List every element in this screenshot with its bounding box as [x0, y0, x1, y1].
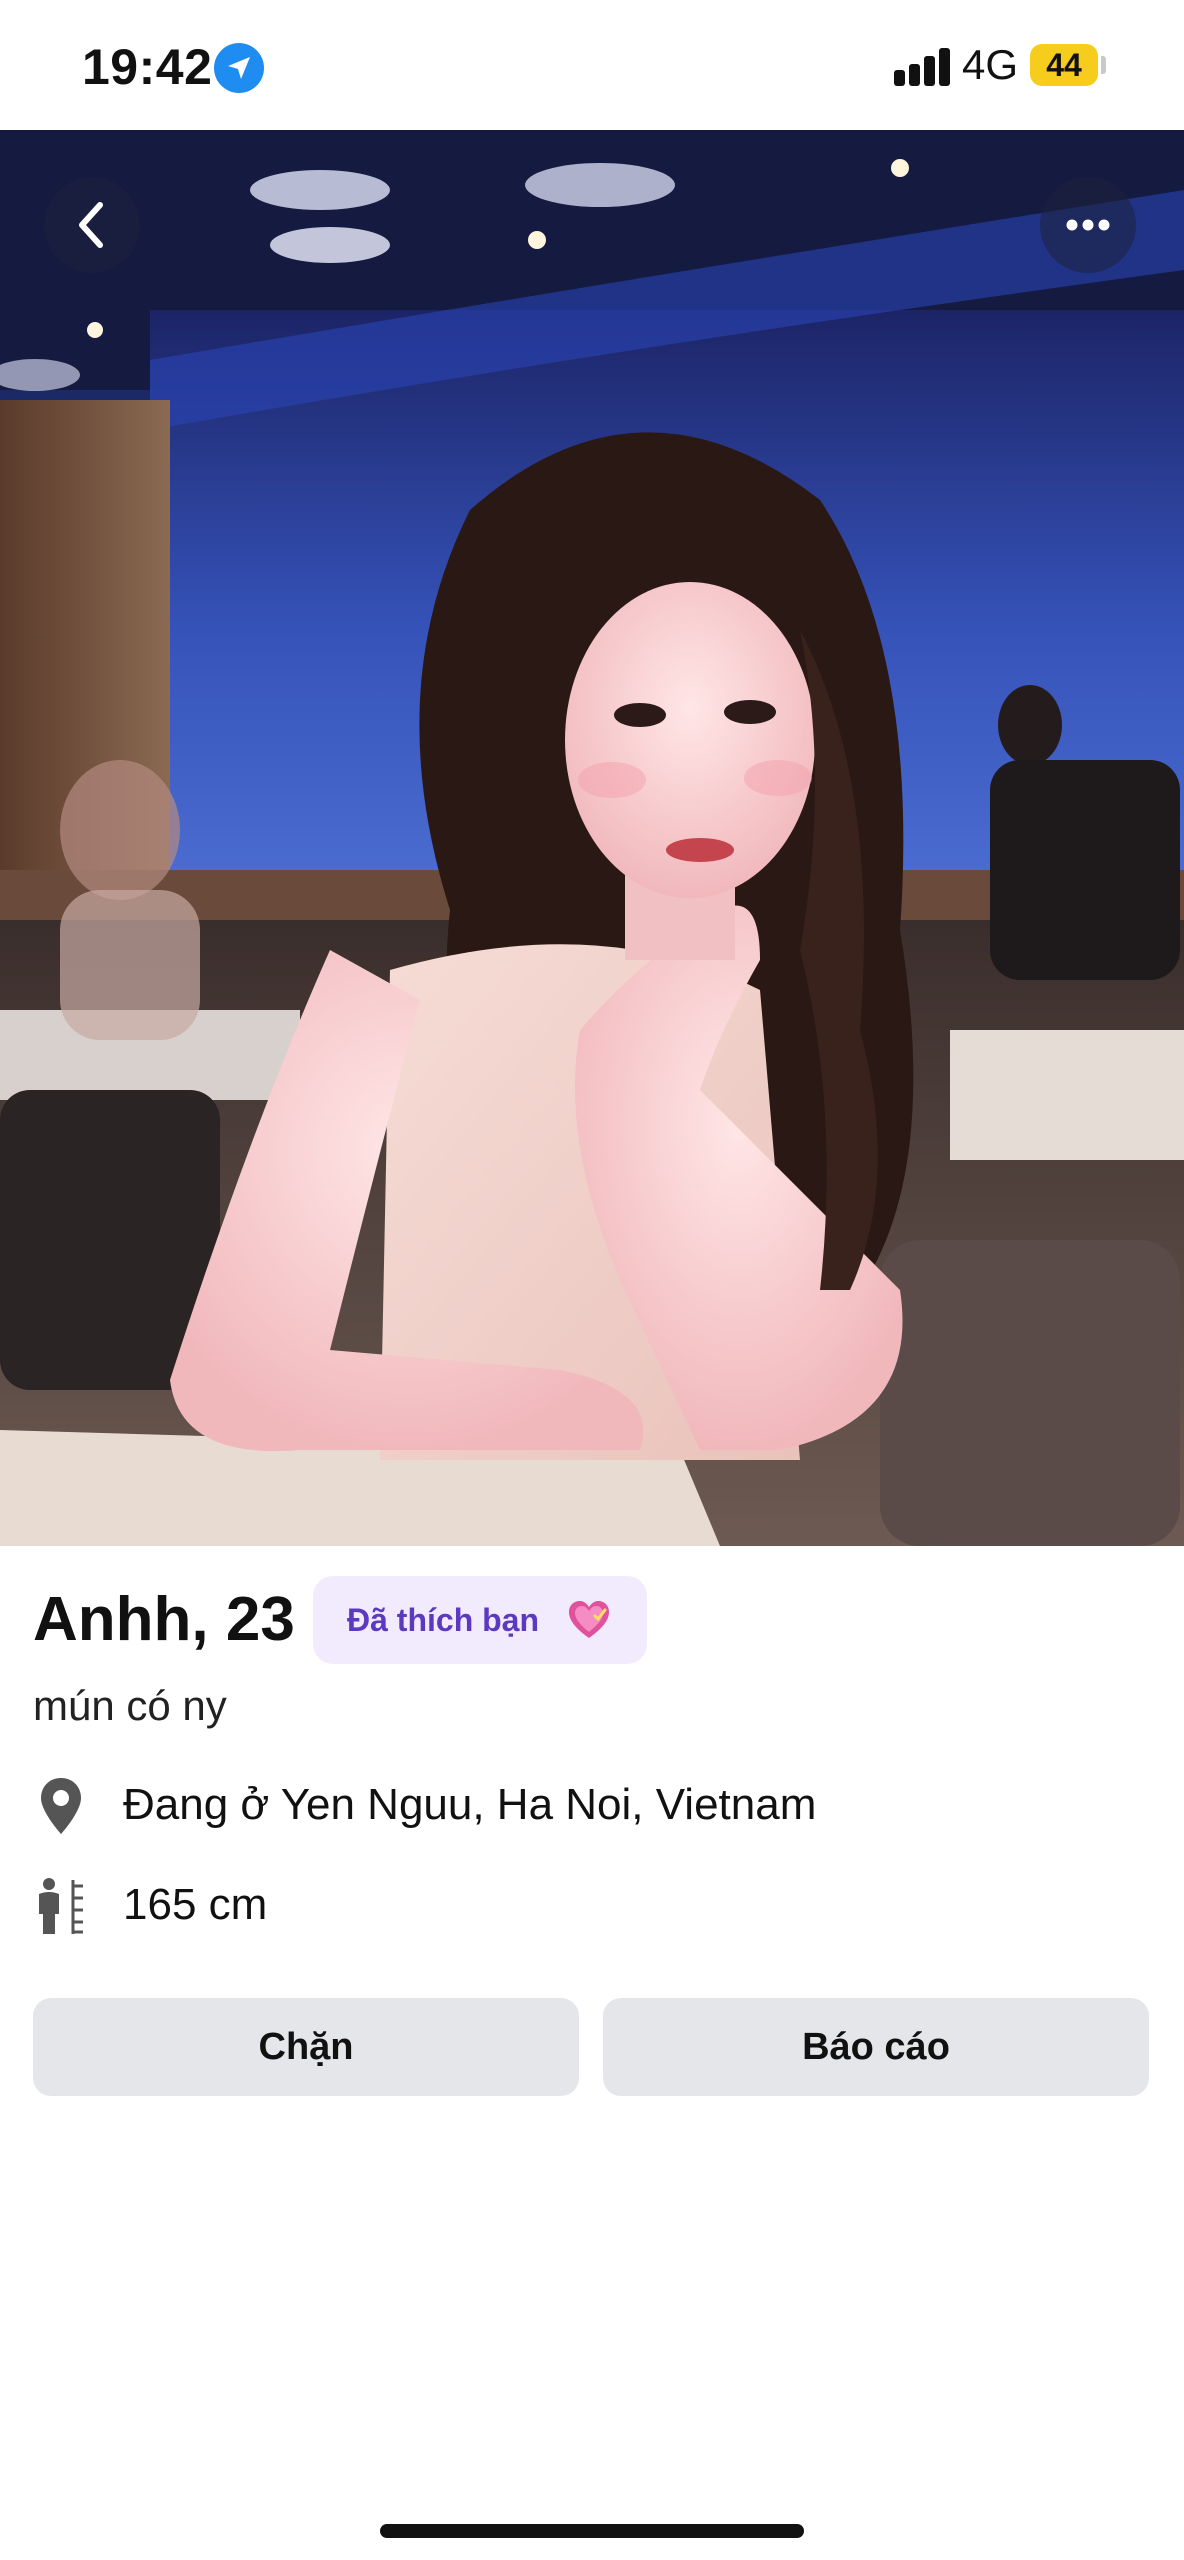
liked-you-badge: Đã thích bạn — [313, 1576, 647, 1664]
location-text: Đang ở Yen Nguu, Ha Noi, Vietnam — [123, 1780, 817, 1829]
report-button[interactable]: Báo cáo — [603, 1998, 1149, 2096]
back-button[interactable] — [44, 177, 140, 273]
block-button[interactable]: Chặn — [33, 1998, 579, 2096]
profile-photo[interactable] — [0, 130, 1184, 1546]
height-icon — [39, 1878, 83, 1934]
heart-icon — [569, 1601, 609, 1638]
status-bar: 19:42 4G 44 — [0, 0, 1184, 130]
status-time: 19:42 — [82, 39, 213, 95]
battery-level: 44 — [1046, 47, 1082, 83]
battery-icon: 44 — [1030, 44, 1098, 86]
back-icon — [79, 202, 103, 248]
network-type: 4G — [962, 41, 1019, 88]
more-icon — [1066, 219, 1110, 231]
location-pin-icon — [41, 1778, 81, 1834]
profile-bio: mún có ny — [33, 1682, 227, 1729]
signal-icon — [894, 48, 952, 86]
profile-name-age: Anhh, 23 — [33, 1585, 295, 1654]
liked-badge-label: Đã thích bạn — [347, 1602, 540, 1638]
home-indicator[interactable] — [380, 2524, 804, 2538]
battery-cap — [1101, 56, 1106, 74]
height-text: 165 cm — [123, 1880, 268, 1929]
location-arrow-icon — [214, 43, 264, 93]
more-options-button[interactable] — [1040, 177, 1136, 273]
